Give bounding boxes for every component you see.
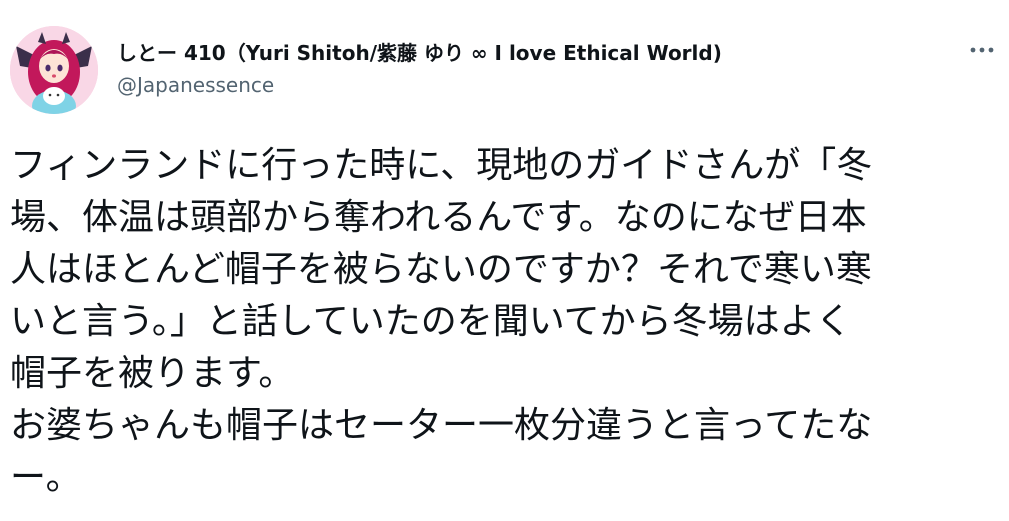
tweet-text-line: 帽子を被ります。 <box>10 353 295 394</box>
tweet-text-line: 人はほとんど帽子を被らないのですか？それで寒い寒 <box>10 249 872 290</box>
author-handle[interactable]: @Japanessence <box>117 73 274 97</box>
more-options-button[interactable] <box>962 36 1002 64</box>
avatar[interactable] <box>10 26 98 114</box>
avatar-illustration-icon <box>10 26 98 114</box>
tweet-text: フィンランドに行った時に、現地のガイドさんが「冬 場、体温は頭部から奪われるんで… <box>10 140 1000 504</box>
tweet-text-line: ー。 <box>10 457 82 498</box>
tweet-text-line: お婆ちゃんも帽子はセーター一枚分違うと言ってたな <box>10 405 873 446</box>
more-horizontal-icon <box>970 47 994 53</box>
author-display-name[interactable]: しとー 410（Yuri Shitoh/紫藤 ゆり ∞ I love Ethic… <box>117 37 722 66</box>
tweet-text-line: いと言う。」と話していたのを聞いてから冬場はよく <box>10 301 852 342</box>
tweet-text-line: 場、体温は頭部から奪われるんです。なのになぜ日本 <box>10 197 867 238</box>
tweet-text-line: フィンランドに行った時に、現地のガイドさんが「冬 <box>10 145 873 186</box>
tweet-card: しとー 410（Yuri Shitoh/紫藤 ゆり ∞ I love Ethic… <box>0 0 1009 521</box>
